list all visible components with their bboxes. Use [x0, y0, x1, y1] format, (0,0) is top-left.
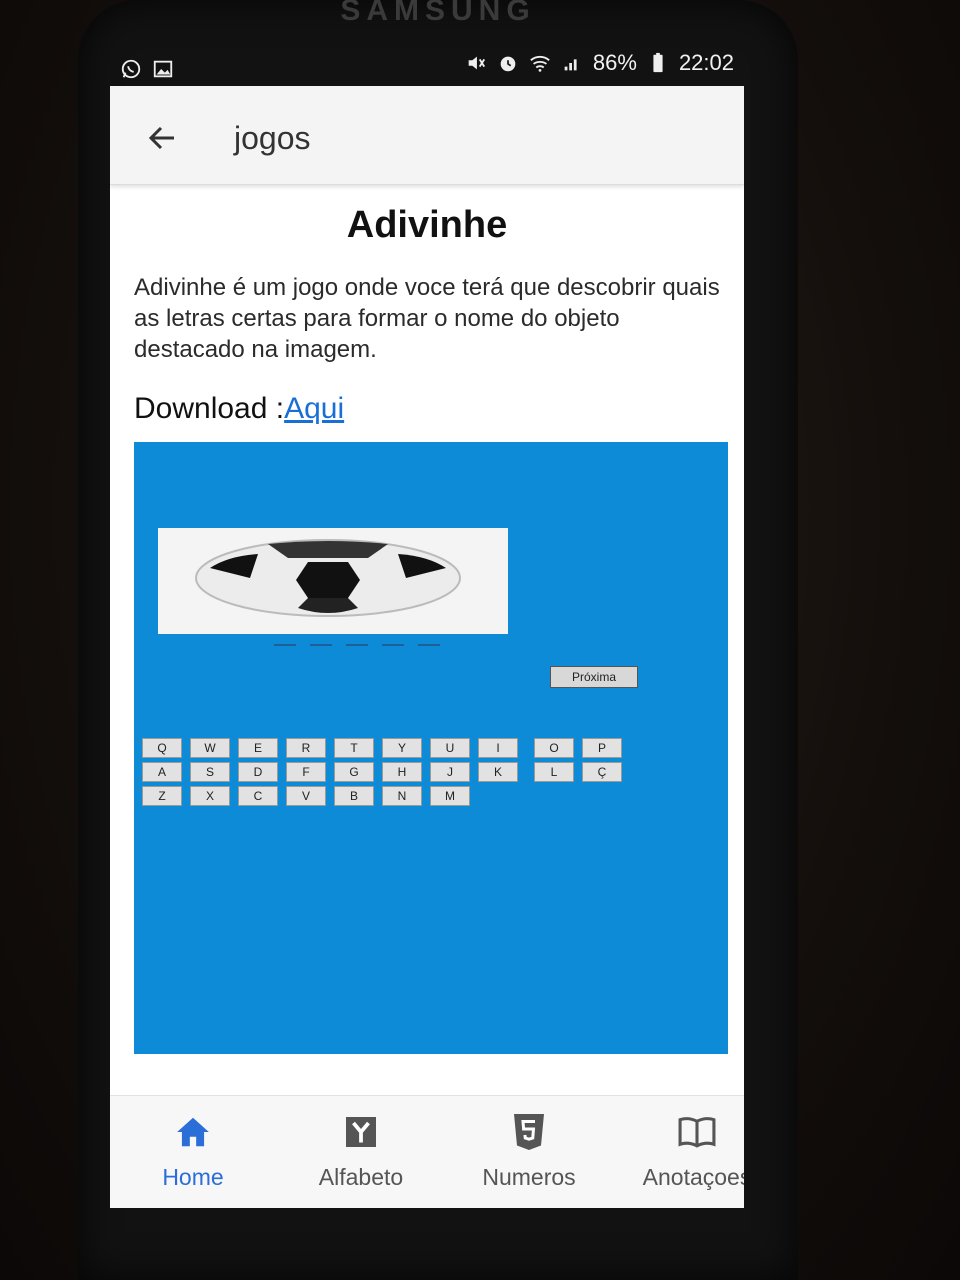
letter-blank — [382, 644, 404, 646]
download-line: Download :Aqui — [134, 392, 344, 426]
nav-anotacoes-label: Anotaçoes — [642, 1164, 744, 1190]
page-title: Adivinhe — [346, 204, 508, 246]
letter-blank — [310, 644, 332, 646]
key-e[interactable]: E — [238, 738, 278, 758]
key-o[interactable]: O — [534, 738, 574, 758]
wifi-icon — [530, 55, 550, 72]
key-q[interactable]: Q — [142, 738, 182, 758]
key-m[interactable]: M — [430, 786, 470, 806]
key-c-cedilla[interactable]: Ç — [582, 762, 622, 782]
key-f[interactable]: F — [286, 762, 326, 782]
key-c[interactable]: C — [238, 786, 278, 806]
home-icon — [177, 1117, 209, 1147]
key-b[interactable]: B — [334, 786, 374, 806]
whatsapp-icon — [121, 59, 141, 79]
nav-home-label: Home — [162, 1164, 224, 1190]
key-w[interactable]: W — [190, 738, 230, 758]
status-bar: 86% 22:02 — [110, 48, 750, 88]
clock: 22:02 — [678, 50, 734, 75]
nav-alfabeto[interactable]: Alfabeto — [282, 1110, 440, 1200]
battery-icon — [653, 52, 663, 73]
key-i[interactable]: I — [478, 738, 518, 758]
game-canvas[interactable]: Próxima Q W E R T Y U I O P A S D F G H — [134, 442, 728, 1054]
nav-numeros-label: Numeros — [482, 1164, 576, 1190]
mute-icon — [468, 56, 485, 70]
key-j[interactable]: J — [430, 762, 470, 782]
key-n[interactable]: N — [382, 786, 422, 806]
key-s[interactable]: S — [190, 762, 230, 782]
battery-percent: 86% — [592, 50, 637, 75]
game-description: Adivinhe é um jogo onde voce terá que de… — [134, 274, 720, 363]
book-icon — [678, 1117, 716, 1148]
key-g[interactable]: G — [334, 762, 374, 782]
key-l[interactable]: L — [534, 762, 574, 782]
letter-blank — [418, 644, 440, 646]
html5-icon — [514, 1114, 544, 1150]
back-arrow-icon[interactable] — [144, 118, 184, 158]
key-z[interactable]: Z — [142, 786, 182, 806]
key-h[interactable]: H — [382, 762, 422, 782]
letter-y-icon — [346, 1117, 376, 1147]
download-label: Download : — [134, 392, 285, 425]
object-image — [158, 528, 508, 634]
nav-alfabeto-label: Alfabeto — [318, 1164, 404, 1190]
app-bar-title: jogos — [234, 120, 311, 156]
download-link[interactable]: Aqui — [284, 392, 344, 425]
image-icon — [153, 60, 173, 78]
alarm-icon — [500, 56, 516, 72]
next-button[interactable]: Próxima — [550, 666, 638, 688]
nav-anotacoes[interactable]: Anotaçoes — [618, 1110, 744, 1200]
soccer-ball-icon — [195, 539, 461, 617]
bottom-navigation: Home Alfabeto Numeros Anotaçoes — [110, 1095, 744, 1208]
key-t[interactable]: T — [334, 738, 374, 758]
key-r[interactable]: R — [286, 738, 326, 758]
letter-blank — [346, 644, 368, 646]
app-bar: jogos — [110, 86, 744, 185]
key-d[interactable]: D — [238, 762, 278, 782]
signal-icon — [564, 59, 577, 71]
app-screen: jogos Adivinhe Adivinhe é um jogo onde v… — [110, 86, 744, 1208]
nav-home[interactable]: Home — [114, 1110, 272, 1200]
key-p[interactable]: P — [582, 738, 622, 758]
key-k[interactable]: K — [478, 762, 518, 782]
key-a[interactable]: A — [142, 762, 182, 782]
letter-blank — [274, 644, 296, 646]
key-v[interactable]: V — [286, 786, 326, 806]
key-y[interactable]: Y — [382, 738, 422, 758]
device-brand: SAMSUNG — [340, 0, 536, 27]
key-x[interactable]: X — [190, 786, 230, 806]
nav-numeros[interactable]: Numeros — [450, 1110, 608, 1200]
key-u[interactable]: U — [430, 738, 470, 758]
answer-blanks — [274, 644, 440, 646]
